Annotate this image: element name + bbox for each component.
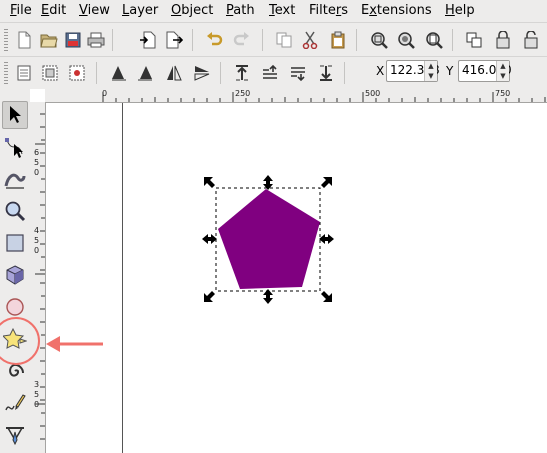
spin-down-icon[interactable]: ▼ bbox=[497, 71, 509, 81]
vertical-ruler[interactable]: 6 5 0 4 5 0 3 5 0 bbox=[30, 102, 46, 453]
toolbar-grip[interactable] bbox=[4, 62, 8, 84]
toolbar-separator bbox=[356, 29, 357, 51]
menu-help[interactable]: Help bbox=[445, 2, 475, 20]
flip-vertical-icon[interactable] bbox=[190, 61, 214, 85]
star-polygon-tool-icon[interactable] bbox=[2, 325, 28, 353]
menu-object[interactable]: Object bbox=[171, 2, 213, 20]
spin-up-icon[interactable]: ▲ bbox=[497, 61, 509, 71]
menu-layer[interactable]: Layer bbox=[122, 2, 158, 20]
menu-edit[interactable]: Edit bbox=[41, 2, 66, 20]
lower-icon[interactable] bbox=[286, 61, 310, 85]
open-folder-icon[interactable] bbox=[37, 28, 61, 52]
raise-to-top-icon[interactable] bbox=[230, 61, 254, 85]
raise-icon[interactable] bbox=[258, 61, 282, 85]
spiral-tool-icon[interactable] bbox=[2, 357, 28, 385]
toolbar-separator bbox=[96, 62, 97, 84]
menu-path[interactable]: Path bbox=[226, 2, 255, 20]
rectangle-tool-icon[interactable] bbox=[2, 229, 28, 257]
x-spin-buttons[interactable]: ▲ ▼ bbox=[424, 61, 437, 81]
horizontal-ruler[interactable]: 0 250 500 750 bbox=[45, 88, 547, 103]
flip-horizontal-icon[interactable] bbox=[162, 61, 186, 85]
menu-view[interactable]: View bbox=[79, 2, 110, 20]
ruler-label: 750 bbox=[495, 89, 511, 98]
cut-icon[interactable] bbox=[298, 28, 322, 52]
selector-tool-icon[interactable] bbox=[2, 101, 28, 129]
undo-icon[interactable] bbox=[202, 28, 226, 52]
menu-file[interactable]: File bbox=[10, 2, 32, 20]
zoom-page-icon[interactable] bbox=[422, 28, 446, 52]
menu-filters[interactable]: Filters bbox=[309, 2, 348, 20]
toolbox bbox=[0, 88, 30, 453]
tweak-tool-icon[interactable] bbox=[2, 165, 28, 193]
spin-down-icon[interactable]: ▼ bbox=[425, 71, 437, 81]
spin-up-icon[interactable]: ▲ bbox=[425, 61, 437, 71]
ruler-label: 5 bbox=[34, 236, 40, 245]
3d-box-tool-icon[interactable] bbox=[2, 261, 28, 289]
toolbar-separator bbox=[452, 29, 453, 51]
deselect-icon[interactable] bbox=[65, 61, 89, 85]
toolbar-separator bbox=[112, 29, 113, 51]
new-document-icon[interactable] bbox=[12, 28, 36, 52]
ruler-label: 6 bbox=[34, 148, 40, 157]
toolbar-separator bbox=[262, 29, 263, 51]
rotate-cw-icon[interactable] bbox=[134, 61, 158, 85]
ruler-label: 500 bbox=[365, 89, 381, 98]
toolbar-separator bbox=[220, 62, 221, 84]
menu-bar: File Edit View Layer Object Path Text Fi… bbox=[0, 0, 547, 22]
ruler-label: 250 bbox=[235, 89, 251, 98]
import-icon[interactable] bbox=[136, 28, 160, 52]
lower-to-bottom-icon[interactable] bbox=[314, 61, 338, 85]
menu-extensions[interactable]: Extensions bbox=[361, 2, 432, 20]
print-icon[interactable] bbox=[84, 28, 108, 52]
select-all-layers-icon[interactable] bbox=[38, 61, 62, 85]
ruler-label: 0 bbox=[34, 400, 40, 409]
ruler-label: 0 bbox=[102, 89, 108, 98]
ruler-label: 5 bbox=[34, 158, 40, 167]
x-coordinate-input[interactable]: 122.358 ▲ ▼ bbox=[386, 60, 440, 82]
toolbar-separator bbox=[344, 62, 345, 84]
paste-icon[interactable] bbox=[326, 28, 350, 52]
ellipse-tool-icon[interactable] bbox=[2, 293, 28, 321]
export-icon[interactable] bbox=[162, 28, 186, 52]
zoom-tool-icon[interactable] bbox=[2, 197, 28, 225]
commands-toolbar bbox=[0, 22, 547, 57]
menu-text[interactable]: Text bbox=[269, 2, 295, 20]
ruler-label: 4 bbox=[34, 226, 40, 235]
toolbar-separator bbox=[192, 29, 193, 51]
y-coordinate-input[interactable]: 416.060 ▲ ▼ bbox=[458, 60, 512, 82]
page-border bbox=[122, 103, 123, 453]
rotate-ccw-icon[interactable] bbox=[106, 61, 130, 85]
save-icon[interactable] bbox=[61, 28, 85, 52]
select-all-icon[interactable] bbox=[12, 61, 36, 85]
group-icon[interactable] bbox=[462, 28, 486, 52]
y-label: Y bbox=[446, 64, 454, 78]
toolbar-grip[interactable] bbox=[4, 29, 8, 51]
ruler-label: 5 bbox=[34, 390, 40, 399]
node-tool-icon[interactable] bbox=[2, 133, 28, 161]
ruler-label: 0 bbox=[34, 168, 40, 177]
x-label: X bbox=[376, 64, 385, 78]
ruler-label: 0 bbox=[34, 246, 40, 255]
pencil-tool-icon[interactable] bbox=[2, 389, 28, 417]
zoom-drawing-icon[interactable] bbox=[394, 28, 418, 52]
unlock-icon[interactable] bbox=[519, 28, 543, 52]
copy-icon[interactable] bbox=[272, 28, 296, 52]
y-spin-buttons[interactable]: ▲ ▼ bbox=[496, 61, 509, 81]
pen-tool-icon[interactable] bbox=[2, 421, 28, 449]
ruler-label: 3 bbox=[34, 380, 40, 389]
redo-icon[interactable] bbox=[230, 28, 254, 52]
zoom-selection-icon[interactable] bbox=[367, 28, 391, 52]
lock-icon[interactable] bbox=[491, 28, 515, 52]
